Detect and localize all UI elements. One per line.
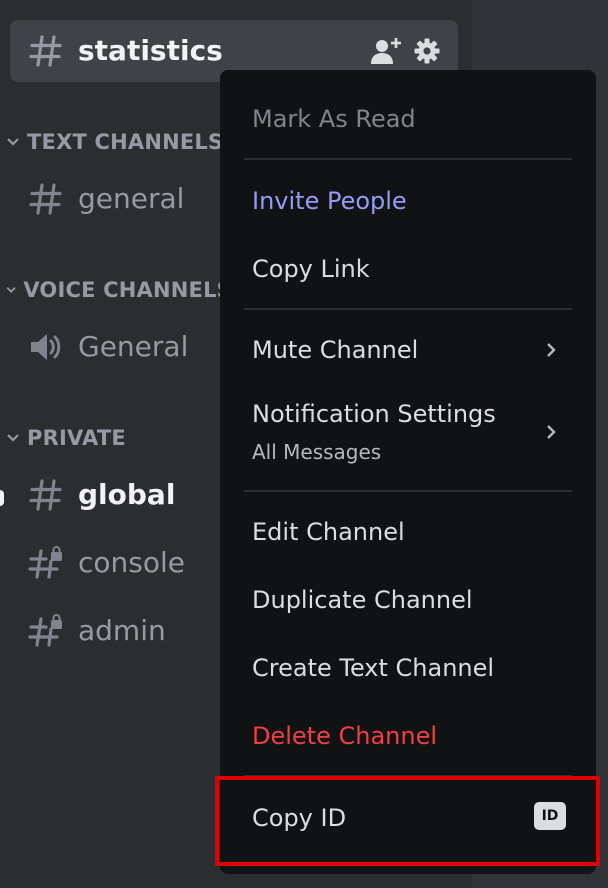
channel-context-menu: Mark As Read Invite People Copy Link Mut… [220,70,596,874]
menu-item-notification-settings[interactable]: Notification Settings All Messages [236,388,580,472]
chevron-right-icon [547,343,556,357]
menu-item-mute-channel[interactable]: Mute Channel [236,320,580,380]
locked-hash-icon [28,614,62,647]
menu-item-label: Delete Channel [252,722,438,750]
menu-item-label: Invite People [252,187,407,215]
menu-item-label: Create Text Channel [252,654,495,682]
category-text-channels[interactable]: TEXT CHANNELS [0,127,232,157]
menu-divider [244,775,572,777]
menu-item-invite-people[interactable]: Invite People [236,171,580,231]
menu-item-label: Edit Channel [252,518,405,546]
menu-divider [244,490,572,492]
channel-name: global [78,478,176,511]
channel-name: console [78,546,185,579]
chevron-right-icon [547,425,556,439]
channel-name: admin [78,614,166,647]
menu-item-label: Copy Link [252,255,370,283]
category-label: TEXT CHANNELS [27,130,224,154]
menu-item-duplicate-channel[interactable]: Duplicate Channel [236,570,580,630]
menu-item-edit-channel[interactable]: Edit Channel [236,502,580,562]
discord-window: statistics TEXT CHANNELS general VOICE C… [0,0,608,888]
category-label: PRIVATE [27,426,126,450]
hash-icon [29,183,62,215]
menu-item-label: Notification Settings [252,400,496,428]
menu-item-mark-as-read[interactable]: Mark As Read [236,89,580,149]
menu-item-label: Mark As Read [252,105,416,133]
channel-actions [370,36,440,66]
speaker-icon [31,334,61,360]
hash-icon [29,479,62,511]
menu-divider [244,158,572,160]
menu-item-sublabel: All Messages [252,440,382,464]
chevron-down-icon [7,434,19,442]
menu-item-label: Duplicate Channel [252,586,473,614]
category-private[interactable]: PRIVATE [0,423,232,453]
menu-item-label: Mute Channel [252,336,419,364]
locked-hash-icon [28,546,62,579]
category-label: VOICE CHANNELS [23,278,232,302]
unread-indicator [0,490,4,506]
add-member-icon[interactable] [370,36,402,66]
channel-name: statistics [78,34,223,67]
menu-item-copy-link[interactable]: Copy Link [236,239,580,299]
menu-item-label: Copy ID [252,804,347,832]
menu-item-create-text-channel[interactable]: Create Text Channel [236,638,580,698]
menu-item-copy-id[interactable]: Copy ID ID [236,788,580,848]
category-voice-channels[interactable]: VOICE CHANNELS [0,275,232,305]
chevron-down-icon [6,286,16,293]
chevron-down-icon [7,138,19,146]
hash-icon [29,35,62,67]
id-badge-icon: ID [534,802,566,830]
channel-name: General [78,330,189,363]
menu-divider [244,308,572,310]
gear-icon[interactable] [414,38,440,64]
menu-item-delete-channel[interactable]: Delete Channel [236,706,580,766]
channel-name: general [78,182,185,215]
